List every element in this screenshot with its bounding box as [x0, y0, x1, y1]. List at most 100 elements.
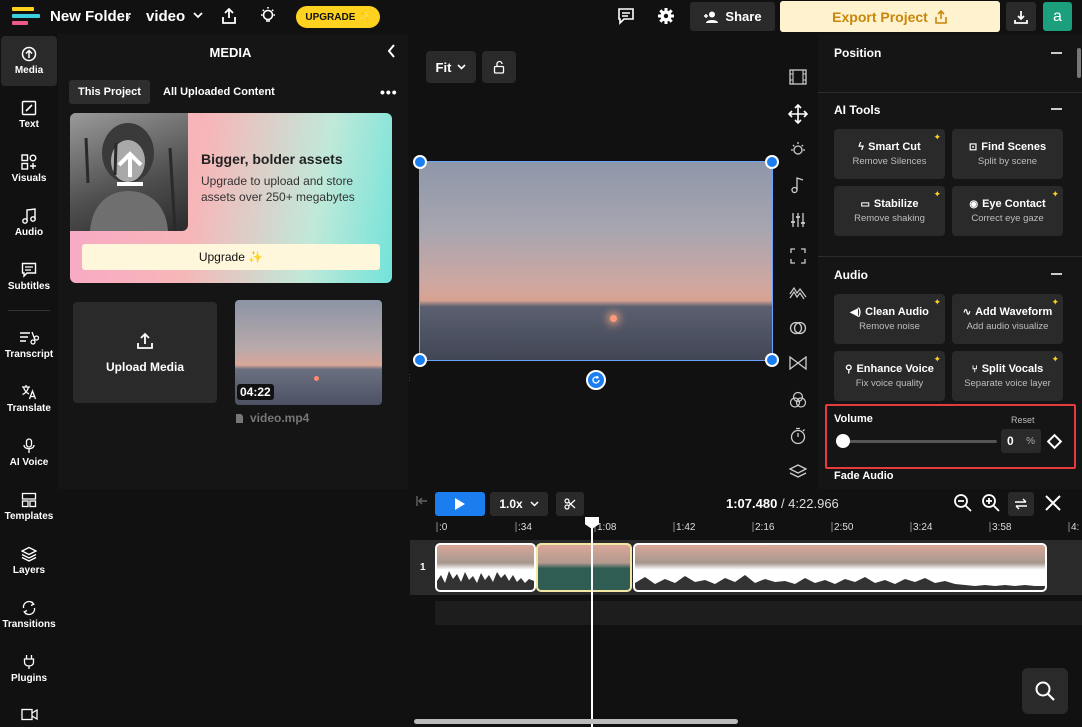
nav-item-ai-voice[interactable]: AI Voice	[0, 428, 58, 478]
export-project-button[interactable]: Export Project	[780, 1, 1000, 32]
nav-item-layers[interactable]: Layers	[0, 536, 58, 586]
timer-icon[interactable]	[789, 427, 807, 445]
gear-icon[interactable]	[657, 7, 675, 25]
resize-handle-bottom-right[interactable]	[765, 353, 779, 367]
split-clip-button[interactable]	[556, 492, 584, 516]
breadcrumb-folder[interactable]: New Folder	[50, 8, 131, 25]
split-vocals-button[interactable]: ✦ ⑂ Split Vocals Separate voice layer	[952, 351, 1063, 401]
nav-item-templates[interactable]: Templates	[0, 482, 58, 532]
collapse-panel-icon[interactable]	[387, 44, 396, 58]
keyframe-diamond-icon[interactable]	[1046, 433, 1063, 450]
nav-item-transcript[interactable]: Transcript	[0, 320, 58, 370]
breadcrumb-project[interactable]: video	[146, 8, 185, 25]
volume-input[interactable]: 0 %	[1001, 429, 1041, 453]
ruler-label: 2:50	[834, 522, 854, 533]
share-upload-icon[interactable]	[220, 7, 238, 25]
lightbulb-icon[interactable]	[259, 6, 277, 26]
music-note-icon[interactable]	[790, 176, 806, 194]
zoom-in-icon[interactable]	[981, 493, 1001, 513]
tab-all-uploaded-content[interactable]: All Uploaded Content	[154, 80, 284, 104]
nav-item-transitions[interactable]: Transitions	[0, 590, 58, 640]
transition-bowtie-icon[interactable]	[789, 356, 807, 370]
nav-item-audio[interactable]: Audio	[0, 198, 58, 248]
upload-arrow-icon	[114, 151, 146, 187]
resize-handle-icon[interactable]: ⋮	[406, 374, 414, 388]
volume-slider-thumb[interactable]	[836, 434, 850, 448]
promo-upgrade-button[interactable]: Upgrade ✨	[82, 244, 380, 270]
resize-handle-top-left[interactable]	[413, 155, 427, 169]
smart-cut-button[interactable]: ✦ ϟ Smart Cut Remove Silences	[834, 129, 945, 179]
zoom-out-icon[interactable]	[953, 493, 973, 513]
download-button[interactable]	[1006, 2, 1036, 31]
playback-speed-dropdown[interactable]: 1.0x	[490, 492, 548, 516]
nav-item-text[interactable]: Text	[0, 90, 58, 140]
brightness-icon[interactable]	[789, 140, 807, 158]
color-circles-icon[interactable]	[789, 391, 807, 409]
volume-control: Volume Reset 0 %	[825, 404, 1076, 469]
filmstrip-icon[interactable]	[789, 69, 807, 85]
upgrade-button[interactable]: UPGRADE ✨	[296, 6, 380, 28]
share-button[interactable]: Share	[690, 2, 775, 31]
video-canvas[interactable]	[419, 161, 773, 361]
nav-item-plugins[interactable]: Plugins	[0, 644, 58, 694]
timeline-clip[interactable]	[633, 543, 1047, 592]
video-thumbnail[interactable]: 04:22	[235, 300, 382, 405]
play-button[interactable]	[435, 492, 485, 516]
fit-dropdown[interactable]: Fit	[426, 51, 476, 83]
volume-reset-button[interactable]: Reset	[1011, 415, 1035, 425]
app-logo-icon[interactable]	[12, 7, 40, 27]
scissors-icon	[564, 498, 576, 510]
enhance-voice-button[interactable]: ✦ ⚲ Enhance Voice Fix voice quality	[834, 351, 945, 401]
nav-item-subtitles[interactable]: Subtitles	[0, 252, 58, 302]
panel-scrollbar[interactable]	[1077, 48, 1081, 78]
more-options-icon[interactable]: •••	[380, 84, 398, 100]
rotate-handle-icon[interactable]	[586, 370, 606, 390]
add-person-icon	[704, 11, 719, 23]
stabilize-button[interactable]: ✦ ▭ Stabilize Remove shaking	[834, 186, 945, 236]
tool-title: Eye Contact	[982, 198, 1046, 210]
tool-title: Enhance Voice	[856, 363, 934, 375]
microphone-icon: ⚲	[845, 363, 853, 375]
search-button[interactable]	[1022, 668, 1068, 714]
tool-title: Smart Cut	[868, 141, 921, 153]
nav-item-visuals[interactable]: Visuals	[0, 144, 58, 194]
timeline-clip[interactable]	[435, 543, 536, 592]
collapse-ai-tools-icon[interactable]	[1051, 108, 1062, 110]
volume-slider-track[interactable]	[837, 440, 997, 443]
plug-icon	[23, 655, 35, 669]
find-scenes-button[interactable]: ⊡ Find Scenes Split by scene	[952, 129, 1063, 179]
nav-item-translate[interactable]: Translate	[0, 374, 58, 424]
resize-handle-top-right[interactable]	[765, 155, 779, 169]
layers-icon[interactable]	[789, 464, 807, 480]
tab-this-project[interactable]: This Project	[69, 80, 150, 104]
collapse-audio-icon[interactable]	[1051, 273, 1062, 275]
resize-handle-bottom-left[interactable]	[413, 353, 427, 367]
nav-item-media[interactable]: Media	[1, 36, 57, 86]
ruler-label: :0	[439, 522, 448, 533]
time-display: 1:07.480 / 4:22.966	[726, 496, 839, 511]
fullscreen-icon[interactable]	[790, 248, 806, 264]
tool-subtitle: Remove noise	[859, 321, 920, 332]
skip-to-start-icon[interactable]	[416, 495, 428, 507]
lock-aspect-button[interactable]	[482, 51, 516, 83]
chevron-down-icon[interactable]	[193, 12, 203, 19]
timeline-scrollbar[interactable]	[414, 719, 738, 724]
download-icon	[1014, 10, 1028, 24]
avatar[interactable]: a	[1043, 2, 1072, 31]
playhead[interactable]	[591, 521, 593, 727]
timeline-clip-selected[interactable]	[536, 543, 632, 592]
upload-media-button[interactable]: Upload Media	[73, 302, 217, 403]
collapse-position-icon[interactable]	[1051, 52, 1062, 54]
mask-icon[interactable]	[789, 319, 807, 337]
sliders-icon[interactable]	[790, 212, 806, 228]
close-timeline-icon[interactable]	[1044, 494, 1062, 512]
clean-audio-button[interactable]: ✦ ◀) Clean Audio Remove noise	[834, 294, 945, 344]
tool-title: Add Waveform	[975, 306, 1053, 318]
comment-icon[interactable]	[617, 7, 635, 25]
add-waveform-button[interactable]: ✦ ∿ Add Waveform Add audio visualize	[952, 294, 1063, 344]
video-camera-icon[interactable]	[21, 708, 38, 721]
effects-icon[interactable]	[789, 284, 807, 300]
move-icon[interactable]	[788, 104, 808, 124]
eye-contact-button[interactable]: ✦ ◉ Eye Contact Correct eye gaze	[952, 186, 1063, 236]
swap-button[interactable]	[1008, 492, 1034, 516]
